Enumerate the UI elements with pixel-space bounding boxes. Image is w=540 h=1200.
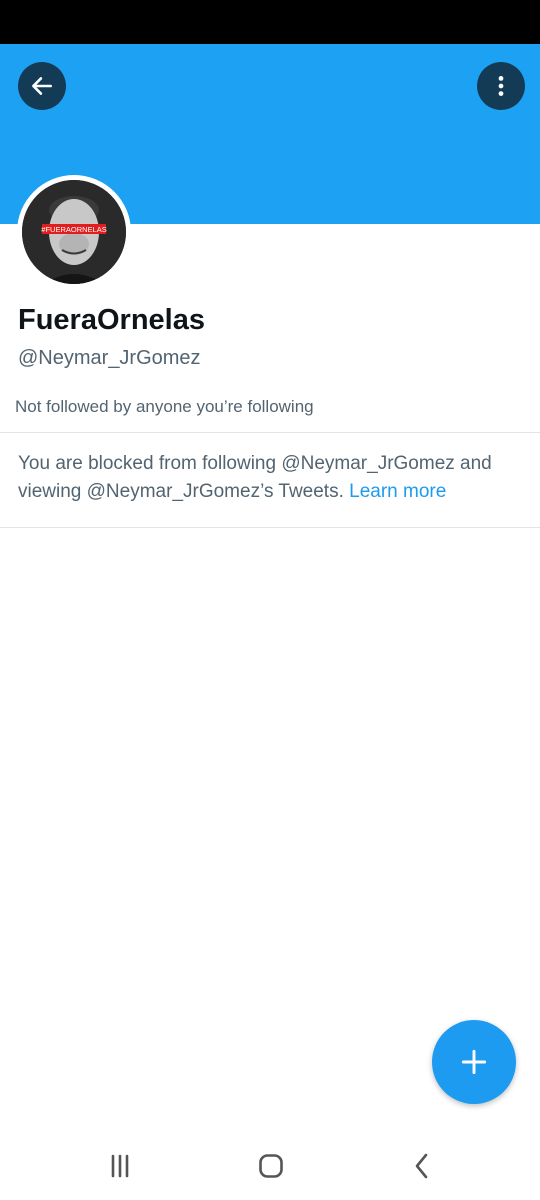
home-icon xyxy=(259,1154,283,1178)
arrow-left-icon xyxy=(32,77,52,95)
home-button[interactable] xyxy=(249,1150,293,1182)
display-name: FueraOrnelas xyxy=(18,304,205,336)
divider xyxy=(0,527,540,528)
avatar-image: #FUERAORNELAS xyxy=(22,180,126,284)
recents-button[interactable] xyxy=(98,1150,142,1182)
avatar-banner-text: #FUERAORNELAS xyxy=(41,225,106,234)
learn-more-link[interactable]: Learn more xyxy=(349,481,446,502)
status-bar xyxy=(0,0,540,44)
plus-icon xyxy=(461,1049,487,1075)
recents-icon xyxy=(111,1154,129,1178)
blocked-notice: You are blocked from following @Neymar_J… xyxy=(18,450,528,506)
system-back-button[interactable] xyxy=(400,1150,444,1182)
followers-you-know-note: Not followed by anyone you’re following xyxy=(15,397,314,416)
user-handle: @Neymar_JrGomez xyxy=(18,347,201,369)
back-button[interactable] xyxy=(18,62,66,110)
chevron-left-icon xyxy=(415,1153,428,1179)
more-options-button[interactable] xyxy=(477,62,525,110)
more-vertical-icon xyxy=(498,76,504,96)
avatar-frame[interactable]: #FUERAORNELAS xyxy=(17,175,131,289)
system-navigation-bar xyxy=(0,1130,540,1200)
divider xyxy=(0,432,540,433)
compose-tweet-button[interactable] xyxy=(432,1020,516,1104)
avatar[interactable]: #FUERAORNELAS xyxy=(22,180,126,284)
